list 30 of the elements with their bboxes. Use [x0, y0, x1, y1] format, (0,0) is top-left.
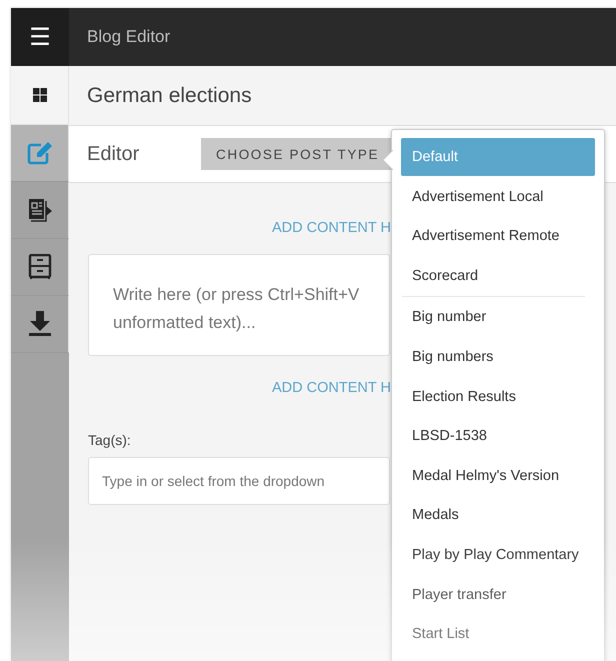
dropdown-option[interactable]: Advertisement Remote: [401, 217, 595, 256]
sidebar-button[interactable]: [11, 239, 69, 296]
dashboard-button[interactable]: [11, 66, 69, 125]
cabinet-icon: [28, 254, 52, 280]
dropdown-option[interactable]: Medal Helmy's Version: [401, 456, 595, 495]
dropdown-option[interactable]: Player transfer: [401, 576, 595, 614]
text-editor-field[interactable]: Write here (or press Ctrl+Shift+V unformatted text)...: [88, 254, 390, 356]
edit-icon: [26, 141, 52, 165]
dropdown-option[interactable]: Big number: [401, 298, 595, 336]
dropdown-option[interactable]: Scorecard: [401, 256, 595, 295]
choose-post-type-button[interactable]: CHOOSE POST TYPE: [201, 138, 391, 170]
editor-title: Editor: [87, 142, 140, 166]
dropdown-option[interactable]: Advertisement Local: [401, 178, 595, 216]
grid-icon: [32, 88, 46, 102]
dropdown-option[interactable]: Medals: [401, 496, 595, 534]
dropdown-option[interactable]: Play by Play Commentary: [401, 536, 595, 574]
sidebar-button[interactable]: [11, 182, 69, 239]
dropdown-option[interactable]: Big numbers: [401, 338, 595, 376]
dropdown-option[interactable]: Election Results: [401, 378, 595, 416]
sidebar-button[interactable]: [11, 296, 69, 353]
document-arrow-icon: [26, 197, 52, 223]
dropdown-option[interactable]: LBSD-1538: [401, 417, 595, 456]
app-title: Blog Editor: [86, 26, 170, 48]
download-icon: [28, 311, 52, 337]
tags-label: Tag(s):: [88, 432, 131, 448]
menu-button[interactable]: ☰: [11, 8, 69, 66]
dropdown-option[interactable]: Start List: [401, 615, 595, 654]
tags-input-field[interactable]: Type in or select from the dropdown: [88, 457, 390, 505]
post-title: German elections: [87, 84, 252, 108]
editor-placeholder: Write here (or press Ctrl+Shift+V unformatted text)...: [113, 284, 360, 334]
